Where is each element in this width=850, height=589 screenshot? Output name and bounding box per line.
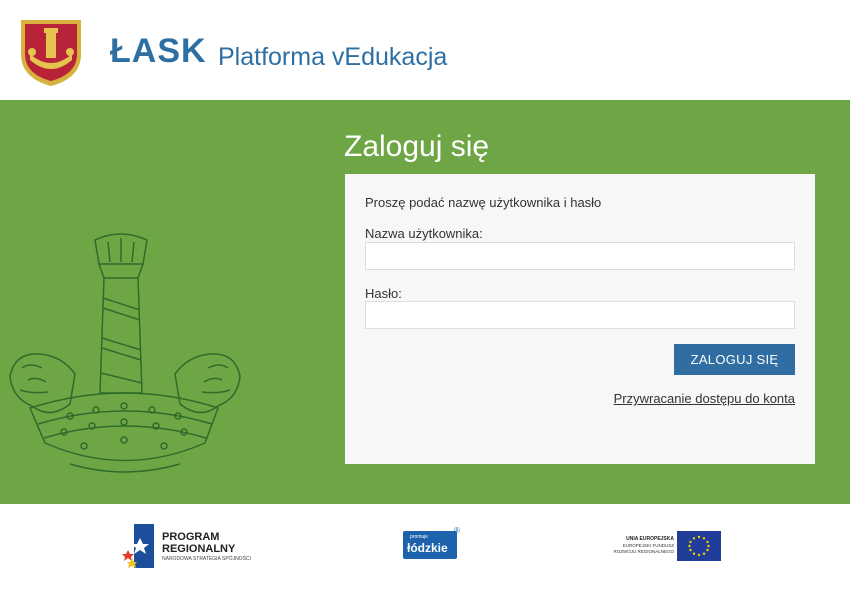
password-input[interactable] xyxy=(365,301,795,329)
program-line2: REGIONALNY xyxy=(162,543,236,555)
eu-line3: ROZWOJU REGIONALNEGO xyxy=(613,549,674,554)
program-regionalny-icon xyxy=(122,524,154,568)
program-line1: PROGRAM xyxy=(162,531,220,543)
recover-access-link[interactable]: Przywracanie dostępu do konta xyxy=(614,391,795,406)
lodzkie-badge: promuje łódzkie xyxy=(403,531,457,559)
login-button[interactable]: ZALOGUJ SIĘ xyxy=(674,344,795,375)
site-title: ŁASK xyxy=(110,32,207,70)
lodzkie-logo: promuje łódzkie ® xyxy=(400,526,464,564)
eu-flag-icon xyxy=(677,531,721,561)
eu-line1: UNIA EUROPEJSKA xyxy=(626,536,674,542)
login-title: Zaloguj się xyxy=(344,130,490,163)
program-regionalny-logo: PROGRAM REGIONALNY NARODOWA STRATEGIA SP… xyxy=(120,522,270,572)
registered-mark: ® xyxy=(454,526,460,535)
lodzkie-small: promuje xyxy=(410,534,429,540)
footer: PROGRAM REGIONALNY NARODOWA STRATEGIA SP… xyxy=(0,504,850,589)
password-label: Hasło: xyxy=(365,286,402,301)
lodzkie-big: łódzkie xyxy=(407,541,448,555)
eu-logo: UNIA EUROPEJSKA EUROPEJSKI FUNDUSZ ROZWO… xyxy=(605,528,725,564)
login-prompt: Proszę podać nazwę użytkownika i hasło xyxy=(365,195,602,210)
header: ŁASK Platforma vEdukacja xyxy=(0,0,850,100)
login-panel: Proszę podać nazwę użytkownika i hasło N… xyxy=(345,174,815,464)
login-section: Zaloguj się Proszę podać nazwę użytkowni… xyxy=(0,100,850,504)
username-label: Nazwa użytkownika: xyxy=(365,226,483,241)
lask-crest-icon xyxy=(21,20,81,86)
username-input[interactable] xyxy=(365,242,795,270)
site-subtitle: Platforma vEdukacja xyxy=(218,43,448,71)
program-line3: NARODOWA STRATEGIA SPÓJNOŚCI xyxy=(162,556,251,562)
horn-emblem-icon xyxy=(9,233,241,473)
eu-line2: EUROPEJSKI FUNDUSZ xyxy=(622,543,674,548)
